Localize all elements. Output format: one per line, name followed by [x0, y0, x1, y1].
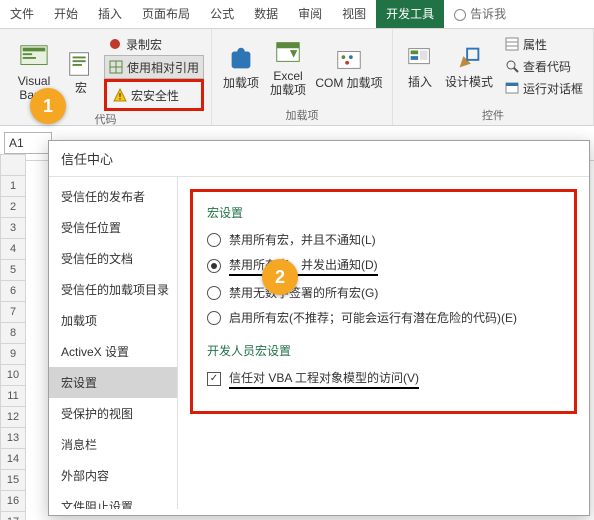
macro-security-button[interactable]: 宏安全性 [104, 79, 204, 111]
radio-icon [207, 259, 221, 273]
radio-enable-all[interactable]: 启用所有宏(不推荐；可能会运行有潜在危险的代码)(E) [207, 309, 560, 326]
side-message-bar[interactable]: 消息栏 [49, 429, 177, 460]
side-activex[interactable]: ActiveX 设置 [49, 336, 177, 367]
properties-icon [505, 37, 519, 51]
row-header[interactable]: 15 [0, 470, 26, 491]
com-addins-icon [334, 44, 364, 74]
side-file-block[interactable]: 文件阻止设置 [49, 491, 177, 509]
tab-formulas[interactable]: 公式 [200, 0, 244, 28]
record-macro-button[interactable]: 录制宏 [104, 33, 204, 55]
row-header[interactable]: 9 [0, 344, 26, 365]
insert-control-icon [405, 43, 435, 73]
tab-review[interactable]: 审阅 [288, 0, 332, 28]
run-dialog-button[interactable]: 运行对话框 [501, 77, 587, 99]
design-mode-icon [454, 43, 484, 73]
side-trusted-locations[interactable]: 受信任位置 [49, 212, 177, 243]
check-trust-vba[interactable]: 信任对 VBA 工程对象模型的访问(V) [207, 369, 560, 389]
dialog-title: 信任中心 [49, 141, 589, 177]
design-mode-button[interactable]: 设计模式 [441, 39, 497, 93]
row-header[interactable]: 16 [0, 491, 26, 512]
row-header[interactable]: 2 [0, 197, 26, 218]
row-header[interactable]: 3 [0, 218, 26, 239]
bulb-icon [454, 9, 466, 21]
group-label-addins: 加载项 [218, 107, 386, 123]
callout-2: 2 [262, 259, 298, 295]
radio-disable-no-notify[interactable]: 禁用所有宏，并且不通知(L) [207, 231, 560, 248]
tab-page-layout[interactable]: 页面布局 [132, 0, 200, 28]
view-code-icon [505, 59, 519, 73]
radio-disable-notify[interactable]: 禁用所有宏，并发出通知(D) [207, 256, 560, 276]
row-header[interactable]: 5 [0, 260, 26, 281]
macros-icon [66, 49, 96, 79]
row-header[interactable]: 11 [0, 386, 26, 407]
tab-view[interactable]: 视图 [332, 0, 376, 28]
row-header[interactable]: 13 [0, 428, 26, 449]
dialog-sidebar: 受信任的发布者 受信任位置 受信任的文档 受信任的加载项目录 加载项 Activ… [49, 177, 178, 509]
tab-file[interactable]: 文件 [0, 0, 44, 28]
row-header[interactable]: 7 [0, 302, 26, 323]
row-header[interactable]: 6 [0, 281, 26, 302]
radio-icon [207, 233, 221, 247]
row-header[interactable]: 10 [0, 365, 26, 386]
tab-insert[interactable]: 插入 [88, 0, 132, 28]
row-header[interactable]: 8 [0, 323, 26, 344]
section-macro-settings: 宏设置 [207, 204, 560, 221]
insert-control-button[interactable]: 插入 [399, 39, 441, 93]
side-trusted-addin-catalogs[interactable]: 受信任的加载项目录 [49, 274, 177, 305]
side-trusted-documents[interactable]: 受信任的文档 [49, 243, 177, 274]
tab-developer[interactable]: 开发工具 [376, 0, 444, 28]
addins-icon [226, 44, 256, 74]
visual-basic-icon [19, 42, 49, 72]
row-header[interactable]: 1 [0, 176, 26, 197]
record-icon [108, 37, 122, 51]
use-relative-button[interactable]: 使用相对引用 [104, 55, 204, 79]
macros-button[interactable]: 宏 [62, 45, 100, 99]
com-addins-button[interactable]: COM 加载项 [312, 40, 386, 94]
tab-tell-me[interactable]: 告诉我 [444, 0, 516, 28]
view-code-button[interactable]: 查看代码 [501, 55, 587, 77]
name-box[interactable]: A1 [4, 132, 52, 154]
section-developer-macro: 开发人员宏设置 [207, 342, 560, 359]
row-header[interactable]: 17 [0, 512, 26, 520]
row-header[interactable]: 14 [0, 449, 26, 470]
side-addins[interactable]: 加载项 [49, 305, 177, 336]
trust-center-dialog: 信任中心 受信任的发布者 受信任位置 受信任的文档 受信任的加载项目录 加载项 … [48, 140, 590, 516]
radio-icon [207, 286, 221, 300]
tab-home[interactable]: 开始 [44, 0, 88, 28]
row-header[interactable]: 4 [0, 239, 26, 260]
excel-addins-button[interactable]: Excel 加载项 [264, 33, 312, 101]
callout-1: 1 [30, 88, 66, 124]
radio-icon [207, 311, 221, 325]
group-label-controls: 控件 [399, 107, 587, 123]
excel-addins-icon [273, 37, 303, 67]
side-protected-view[interactable]: 受保护的视图 [49, 398, 177, 429]
addins-button[interactable]: 加载项 [218, 40, 264, 94]
warning-icon [113, 88, 127, 102]
radio-disable-unsigned[interactable]: 禁用无数字签署的所有宏(G) [207, 284, 560, 301]
checkbox-icon [207, 372, 221, 386]
run-dialog-icon [505, 81, 519, 95]
properties-button[interactable]: 属性 [501, 33, 587, 55]
side-macro-settings[interactable]: 宏设置 [49, 367, 177, 398]
row-header[interactable]: 12 [0, 407, 26, 428]
grid-icon [109, 60, 123, 74]
side-trusted-publishers[interactable]: 受信任的发布者 [49, 181, 177, 212]
side-external-content[interactable]: 外部内容 [49, 460, 177, 491]
tab-data[interactable]: 数据 [244, 0, 288, 28]
